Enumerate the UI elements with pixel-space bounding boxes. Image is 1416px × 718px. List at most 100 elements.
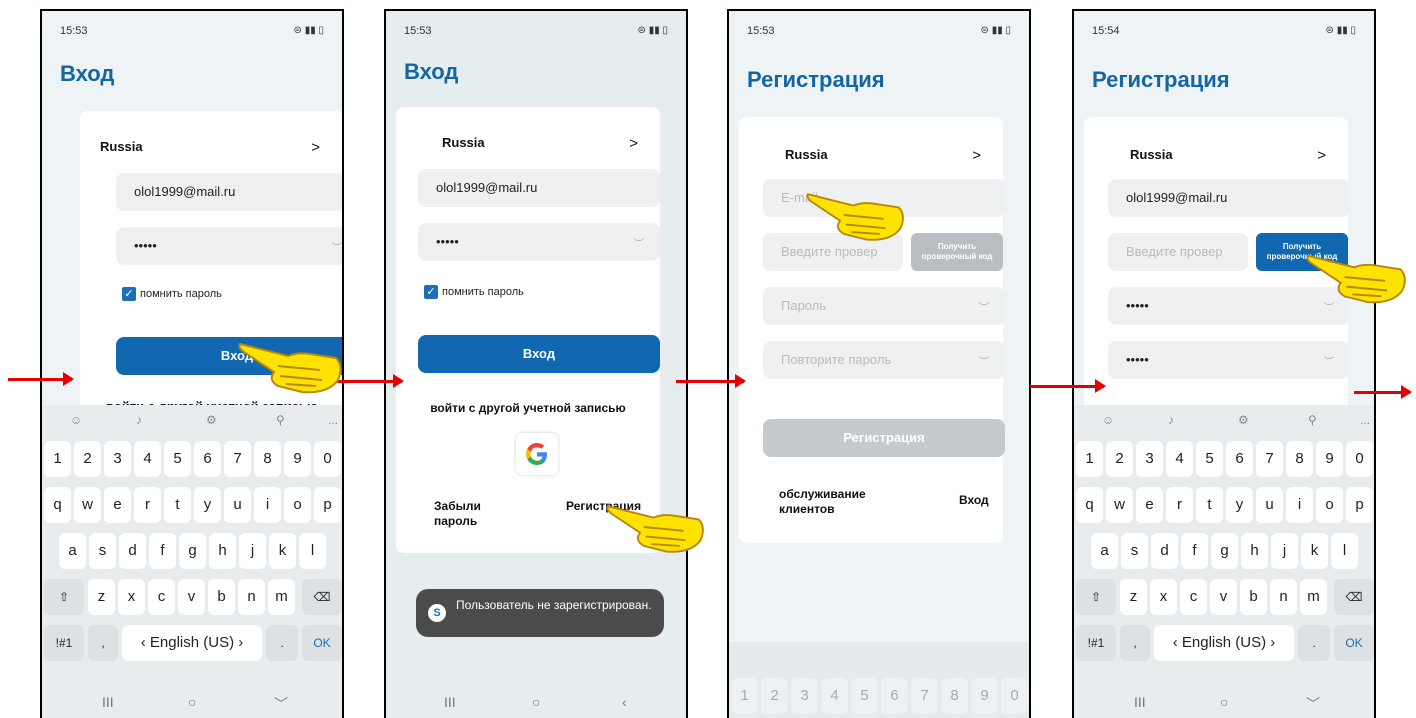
key-0[interactable]: 0 xyxy=(314,441,341,477)
key-a[interactable]: a xyxy=(59,533,86,569)
ok-key[interactable]: OK xyxy=(1334,625,1374,661)
key-f[interactable]: f xyxy=(1181,533,1208,569)
back-icon[interactable]: ﹀ xyxy=(274,694,288,714)
key-k[interactable]: k xyxy=(269,533,296,569)
get-code-button[interactable]: Получить проверочный код xyxy=(911,233,1003,271)
key-0[interactable]: 0 xyxy=(1346,441,1373,477)
login-link[interactable]: Вход xyxy=(959,493,989,507)
key-v[interactable]: v xyxy=(178,579,205,615)
key-x[interactable]: x xyxy=(1150,579,1177,615)
customer-service-link[interactable]: обслуживание клиентов xyxy=(779,487,889,517)
password-field[interactable]: ••••• ︶ xyxy=(116,227,342,265)
key-y[interactable]: y xyxy=(194,487,221,523)
login-button[interactable]: Вход xyxy=(418,335,660,373)
more-icon[interactable]: ... xyxy=(328,413,338,427)
key-b[interactable]: b xyxy=(1240,579,1267,615)
repeat-password-field[interactable]: ••••• ︶ xyxy=(1108,341,1350,379)
google-login-button[interactable] xyxy=(516,433,558,475)
key-1[interactable]: 1 xyxy=(731,678,758,714)
key-8[interactable]: 8 xyxy=(254,441,281,477)
key-g[interactable]: g xyxy=(179,533,206,569)
country-selector[interactable]: Russia > xyxy=(1130,147,1326,164)
key-l[interactable]: l xyxy=(299,533,326,569)
period-key[interactable]: . xyxy=(266,625,298,661)
key-0[interactable]: 0 xyxy=(1001,678,1028,714)
key-e[interactable]: e xyxy=(1136,487,1163,523)
settings-icon[interactable]: ⚙ xyxy=(1238,413,1249,427)
remember-checkbox[interactable]: ✓ xyxy=(424,285,438,299)
country-selector[interactable]: Russia > xyxy=(442,135,638,152)
key-h[interactable]: h xyxy=(209,533,236,569)
key-u[interactable]: u xyxy=(224,487,251,523)
country-selector[interactable]: Russia > xyxy=(100,139,320,156)
key-2[interactable]: 2 xyxy=(761,678,788,714)
eye-icon[interactable]: ︶ xyxy=(634,235,644,250)
key-w[interactable]: w xyxy=(74,487,101,523)
search-icon[interactable]: ⚲ xyxy=(276,413,285,427)
ok-key[interactable]: OK xyxy=(302,625,342,661)
key-m[interactable]: m xyxy=(268,579,295,615)
mic-icon[interactable]: ♪ xyxy=(1168,413,1174,427)
recents-icon[interactable]: III xyxy=(102,694,114,710)
key-g[interactable]: g xyxy=(1211,533,1238,569)
key-4[interactable]: 4 xyxy=(134,441,161,477)
shift-key[interactable]: ⇧ xyxy=(1076,579,1116,615)
key-5[interactable]: 5 xyxy=(164,441,191,477)
key-i[interactable]: i xyxy=(1286,487,1313,523)
key-y[interactable]: y xyxy=(1226,487,1253,523)
key-d[interactable]: d xyxy=(1151,533,1178,569)
register-button[interactable]: Регистрация xyxy=(763,419,1005,457)
other-account-link[interactable]: войти с другой учетной записью xyxy=(396,401,660,415)
key-q[interactable]: q xyxy=(44,487,71,523)
home-icon[interactable]: ○ xyxy=(532,694,540,710)
settings-icon[interactable]: ⚙ xyxy=(206,413,217,427)
recents-icon[interactable]: III xyxy=(1134,694,1146,710)
comma-key[interactable]: , xyxy=(88,625,118,661)
key-a[interactable]: a xyxy=(1091,533,1118,569)
key-p[interactable]: p xyxy=(314,487,341,523)
eye-icon[interactable]: ︶ xyxy=(979,299,989,314)
password-field[interactable]: Пароль ︶ xyxy=(763,287,1005,325)
key-t[interactable]: t xyxy=(164,487,191,523)
backspace-key[interactable]: ⌫ xyxy=(302,579,342,615)
key-z[interactable]: z xyxy=(1120,579,1147,615)
back-icon[interactable]: ﹀ xyxy=(1306,694,1320,714)
key-c[interactable]: c xyxy=(148,579,175,615)
key-x[interactable]: x xyxy=(118,579,145,615)
key-f[interactable]: f xyxy=(149,533,176,569)
key-n[interactable]: n xyxy=(1270,579,1297,615)
key-1[interactable]: 1 xyxy=(1076,441,1103,477)
key-e[interactable]: e xyxy=(104,487,131,523)
key-4[interactable]: 4 xyxy=(821,678,848,714)
key-t[interactable]: t xyxy=(1196,487,1223,523)
forgot-password-link[interactable]: Забыли пароль xyxy=(434,499,514,529)
period-key[interactable]: . xyxy=(1298,625,1330,661)
shift-key[interactable]: ⇧ xyxy=(44,579,84,615)
repeat-password-field[interactable]: Повторите пароль ︶ xyxy=(763,341,1005,379)
eye-icon[interactable]: ︶ xyxy=(979,353,989,368)
key-6[interactable]: 6 xyxy=(1226,441,1253,477)
key-3[interactable]: 3 xyxy=(1136,441,1163,477)
space-key[interactable]: ‹ English (US) › xyxy=(1154,625,1294,661)
key-9[interactable]: 9 xyxy=(1316,441,1343,477)
key-5[interactable]: 5 xyxy=(1196,441,1223,477)
key-5[interactable]: 5 xyxy=(851,678,878,714)
key-8[interactable]: 8 xyxy=(1286,441,1313,477)
key-7[interactable]: 7 xyxy=(224,441,251,477)
mic-icon[interactable]: ♪ xyxy=(136,413,142,427)
email-field[interactable]: olol1999@mail.ru xyxy=(116,173,342,211)
search-icon[interactable]: ⚲ xyxy=(1308,413,1317,427)
key-d[interactable]: d xyxy=(119,533,146,569)
key-v[interactable]: v xyxy=(1210,579,1237,615)
key-6[interactable]: 6 xyxy=(194,441,221,477)
key-u[interactable]: u xyxy=(1256,487,1283,523)
eye-icon[interactable]: ︶ xyxy=(1324,353,1334,368)
email-field[interactable]: olol1999@mail.ru xyxy=(418,169,660,207)
key-s[interactable]: s xyxy=(1121,533,1148,569)
key-2[interactable]: 2 xyxy=(74,441,101,477)
key-j[interactable]: j xyxy=(239,533,266,569)
key-h[interactable]: h xyxy=(1241,533,1268,569)
key-9[interactable]: 9 xyxy=(284,441,311,477)
key-w[interactable]: w xyxy=(1106,487,1133,523)
key-8[interactable]: 8 xyxy=(941,678,968,714)
